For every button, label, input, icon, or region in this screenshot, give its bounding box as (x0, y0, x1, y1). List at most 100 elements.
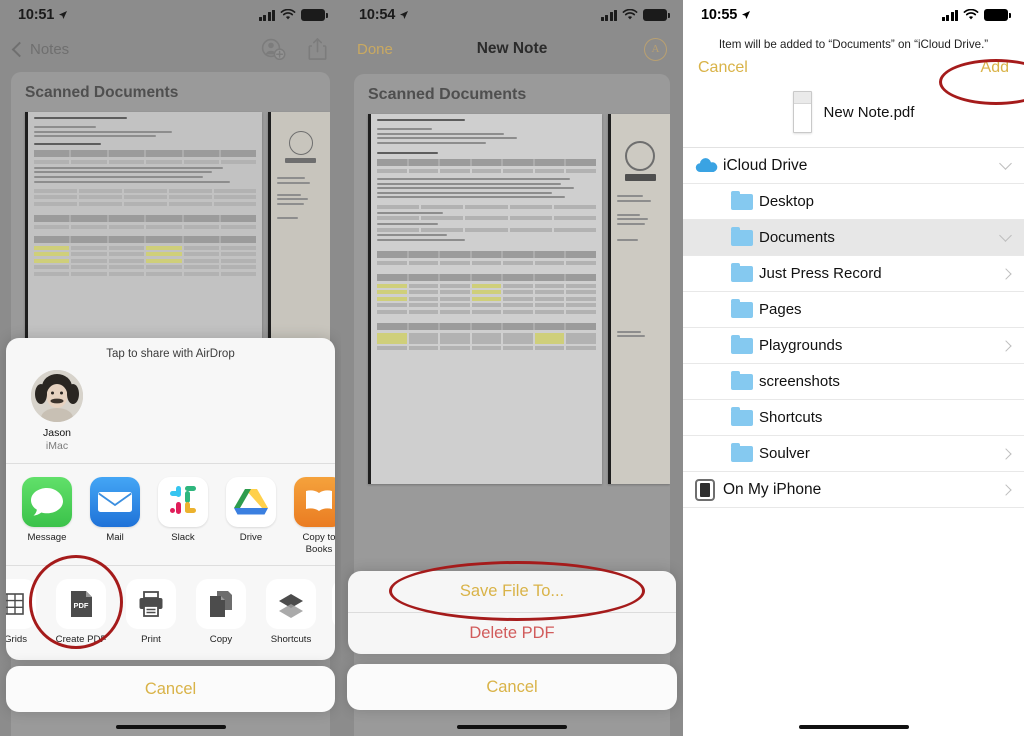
svg-text:PDF: PDF (74, 601, 89, 610)
document-facsimile (371, 114, 602, 484)
share-cancel-button[interactable]: Cancel (6, 666, 335, 712)
location-label: iCloud Drive (723, 156, 808, 174)
mail-app-icon (90, 477, 140, 528)
share-action-grids[interactable]: & Grids (6, 578, 40, 645)
share-app-label: Message (27, 532, 67, 544)
chevron-right-icon[interactable] (1000, 267, 1012, 280)
share-action-shortcuts[interactable]: Shortcuts (262, 578, 320, 645)
location-label: Pages (759, 301, 802, 318)
shortcuts-layers-icon (266, 578, 316, 629)
share-sheet-1[interactable]: Tap to share with AirDrop Jason iMac Mes… (6, 338, 335, 660)
cellular-bars-icon (600, 9, 617, 21)
status-indicators-1 (258, 9, 328, 21)
location-label: Documents (759, 229, 835, 246)
home-indicator-1 (115, 725, 226, 729)
delete-pdf-button[interactable]: Delete PDF (348, 612, 676, 654)
share-app-slack[interactable]: Slack (156, 477, 210, 555)
airdrop-contact-device: iMac (45, 440, 69, 453)
location-list: iCloud Drive Desktop Documents Just Pres… (683, 147, 1024, 508)
share-up-arrow-icon[interactable] (308, 37, 327, 61)
location-row-desktop[interactable]: Desktop (683, 184, 1024, 220)
google-drive-app-icon (226, 477, 276, 528)
document-facsimile (28, 112, 263, 362)
airdrop-contacts: Jason iMac (6, 366, 335, 465)
action-sheet-cancel-button[interactable]: Cancel (347, 664, 677, 710)
destination-action-bar: Cancel Add (683, 59, 1024, 85)
location-label: Just Press Record (759, 265, 882, 282)
location-row-on-my-iphone[interactable]: On My iPhone (683, 472, 1024, 508)
location-row-just-press-record[interactable]: Just Press Record (683, 256, 1024, 292)
add-button[interactable]: Add (981, 59, 1009, 77)
markup-circle-a-icon[interactable]: A (644, 37, 667, 61)
status-indicators-3 (941, 9, 1011, 21)
wifi-icon (280, 9, 296, 20)
share-app-mail[interactable]: Mail (88, 477, 142, 555)
slack-app-icon (158, 477, 208, 528)
share-app-row: Message Mail Slack Drive Copy to Books (6, 464, 335, 566)
share-app-label: Mail (106, 532, 124, 544)
share-action-copy[interactable]: Copy (192, 578, 250, 645)
share-action-row: & Grids PDF Create PDF (6, 566, 335, 655)
scanned-page-main-1[interactable] (25, 112, 263, 362)
share-app-books[interactable]: Copy to Books (292, 477, 335, 555)
cancel-button-3[interactable]: Cancel (698, 59, 748, 77)
add-person-icon[interactable] (261, 37, 286, 61)
share-action-label: Copy (209, 633, 233, 645)
share-app-message[interactable]: Message (20, 477, 74, 555)
battery-full-icon (643, 9, 670, 21)
scanned-page-side-1[interactable] (268, 112, 330, 362)
back-to-notes-button[interactable]: Notes (11, 40, 70, 58)
location-row-pages[interactable]: Pages (683, 292, 1024, 328)
pdf-action-sheet[interactable]: Save File To... Delete PDF (348, 571, 676, 654)
pdf-thumbnail-icon (792, 91, 812, 133)
status-indicators-2 (600, 9, 670, 21)
airdrop-contact-jason[interactable]: Jason iMac (22, 370, 92, 453)
save-file-to-button[interactable]: Save File To... (348, 571, 676, 612)
avatar (31, 370, 83, 422)
share-app-label: Drive (239, 532, 263, 544)
chevron-right-icon[interactable] (1000, 483, 1012, 496)
location-arrow-icon (742, 11, 751, 19)
folder-icon (731, 442, 759, 462)
location-row-playgrounds[interactable]: Playgrounds (683, 328, 1024, 364)
location-label: Desktop (759, 193, 815, 210)
scanned-page-main-2[interactable] (368, 114, 602, 484)
location-row-icloud-drive[interactable]: iCloud Drive (683, 148, 1024, 184)
status-time-text: 10:55 (701, 7, 738, 23)
share-app-label: Slack (171, 532, 195, 544)
status-bar-2: 10:54 (341, 0, 683, 30)
share-action-label: Save (332, 634, 335, 645)
airdrop-header: Tap to share with AirDrop (106, 348, 235, 360)
share-action-save[interactable]: Save (332, 578, 335, 645)
cellular-bars-icon (941, 9, 958, 21)
share-action-print[interactable]: Print (122, 578, 180, 645)
file-name: New Note.pdf (823, 103, 915, 121)
share-app-drive[interactable]: Drive (224, 477, 278, 555)
location-label: Soulver (759, 445, 810, 462)
chevron-down-icon[interactable] (999, 229, 1012, 242)
share-action-create-pdf[interactable]: PDF Create PDF (52, 578, 110, 645)
chevron-right-icon[interactable] (1000, 339, 1012, 352)
chevron-right-icon[interactable] (1000, 447, 1012, 460)
location-row-soulver[interactable]: Soulver (683, 436, 1024, 472)
share-action-label: Shortcuts (270, 633, 312, 645)
status-time-text: 10:51 (18, 7, 55, 23)
location-row-shortcuts[interactable]: Shortcuts (683, 400, 1024, 436)
location-row-screenshots[interactable]: screenshots (683, 364, 1024, 400)
location-label: screenshots (759, 373, 840, 390)
grid-icon (6, 578, 36, 629)
cellular-bars-icon (258, 9, 275, 21)
back-label: Notes (30, 40, 70, 58)
home-indicator-2 (457, 725, 567, 729)
phone-panel-2: 10:54 Done New Note A Scanned Documents (341, 0, 683, 736)
share-action-label: & Grids (6, 633, 27, 645)
file-preview-row: New Note.pdf (683, 85, 1024, 147)
nav-bar-2: Done New Note A (341, 30, 683, 68)
status-time-2: 10:54 (359, 7, 409, 23)
chevron-down-icon[interactable] (999, 157, 1012, 170)
done-button[interactable]: Done (357, 41, 393, 58)
scanned-page-side-2[interactable] (607, 114, 670, 484)
folder-icon (731, 370, 759, 390)
markup-glyph: A (651, 43, 660, 55)
location-row-documents[interactable]: Documents (683, 220, 1024, 256)
